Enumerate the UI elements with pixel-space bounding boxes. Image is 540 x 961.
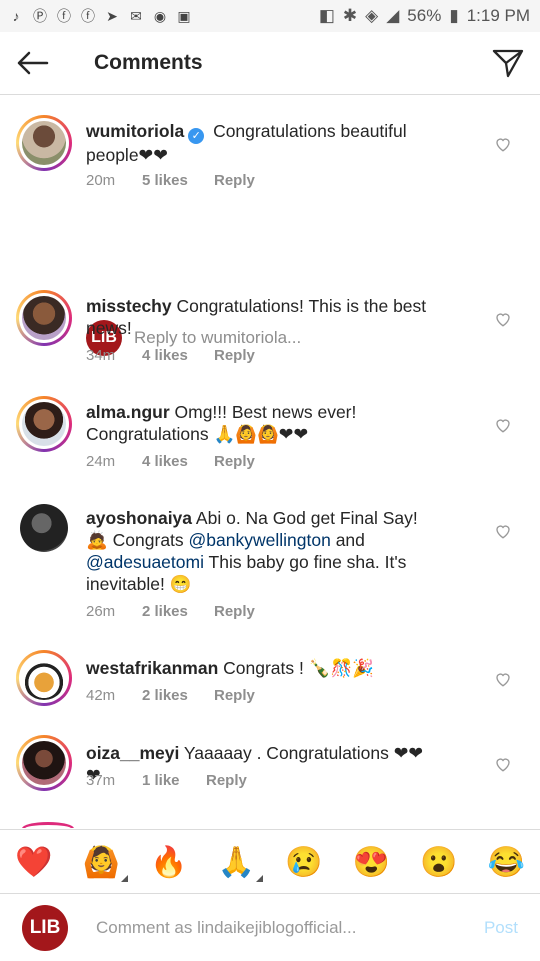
comment-input[interactable] — [94, 916, 458, 939]
arrow-left-icon — [17, 51, 49, 75]
post-button[interactable]: Post — [484, 918, 518, 938]
heart-icon[interactable] — [494, 670, 512, 688]
comment-time: 34m — [86, 347, 116, 364]
status-bar: ♪ Ⓟ ⓕ ⓕ ➤ ✉ ◉ ▣ ◧ ✱ ◈ ◢ 56% ▮ 1:19 PM — [0, 0, 540, 32]
heart-icon[interactable] — [494, 522, 512, 540]
reaction-surprised[interactable]: 😮 — [420, 845, 457, 880]
image-icon: ▣ — [177, 7, 191, 24]
comment-time: 20m — [86, 172, 116, 189]
reaction-pray[interactable]: 🙏 — [218, 845, 264, 882]
mention-link[interactable]: @adesuaetomi — [86, 552, 204, 572]
comment-meta: 20m 5 likes Reply — [86, 172, 255, 189]
comment-text: westafrikanman Congrats ! 🍾🎊🎉 — [86, 657, 436, 679]
likes-count[interactable]: 1 like — [142, 772, 206, 789]
heart-icon[interactable] — [494, 755, 512, 773]
reaction-heart-eyes[interactable]: 😍 — [353, 845, 390, 880]
comment-time: 37m — [86, 772, 116, 789]
reaction-laughing[interactable]: 😂 — [488, 845, 525, 880]
avatar[interactable] — [16, 290, 72, 346]
username[interactable]: oiza__meyi — [86, 743, 179, 763]
comment-text: alma.ngur Omg!!! Best news ever! Congrat… — [86, 401, 436, 445]
page-title: Comments — [94, 51, 203, 74]
facebook-icon: ⓕ — [81, 8, 95, 24]
battery-percent: 56% — [407, 6, 442, 25]
comment-meta: 26m 2 likes Reply — [86, 603, 255, 620]
quick-reactions-bar: ❤️ 🙆 🔥 🙏 😢 😍 😮 😂 — [0, 829, 540, 894]
avatar[interactable] — [16, 650, 72, 706]
comment-meta: 24m 4 likes Reply — [86, 453, 255, 470]
gmail-icon: ✉ — [130, 7, 142, 24]
reply-button[interactable]: Reply — [214, 453, 255, 470]
avatar[interactable] — [16, 115, 72, 171]
heart-icon[interactable] — [494, 416, 512, 434]
reply-button[interactable]: Reply — [214, 603, 255, 620]
comment-body: and — [330, 530, 365, 550]
comment-body: Congrats ! 🍾🎊🎉 — [218, 658, 375, 678]
messenger-icon: ◉ — [153, 7, 167, 24]
likes-count[interactable]: 2 likes — [142, 603, 214, 620]
send-icon — [492, 49, 524, 78]
nfc-icon: ◧ — [318, 6, 335, 25]
reply-button[interactable]: Reply — [214, 347, 255, 364]
pinterest-icon: Ⓟ — [33, 8, 47, 24]
comments-list[interactable]: wumitoriola ✓ Congratulations beautiful p… — [0, 95, 540, 828]
reaction-raised-hands[interactable]: 🙆 — [83, 845, 129, 882]
mention-link[interactable]: @bankywellington — [189, 530, 331, 550]
comment-time: 42m — [86, 687, 116, 704]
heart-icon[interactable] — [494, 310, 512, 328]
comment-text: wumitoriola ✓ Congratulations beautiful p… — [86, 120, 436, 166]
username[interactable]: westafrikanman — [86, 658, 218, 678]
comment-text: misstechy Congratulations! This is the b… — [86, 295, 436, 339]
username[interactable]: ayoshonaiya — [86, 508, 192, 528]
comment-text: ayoshonaiya Abi o. Na God get Final Say!… — [86, 507, 436, 595]
username[interactable]: wumitoriola — [86, 121, 184, 141]
signal-icon: ◢ — [386, 6, 400, 25]
music-icon: ♪ — [12, 8, 20, 24]
comment-time: 24m — [86, 453, 116, 470]
reaction-crying[interactable]: 😢 — [285, 845, 322, 880]
back-button[interactable] — [12, 43, 52, 83]
battery-icon: ▮ — [449, 6, 459, 25]
bluetooth-icon: ✱ — [342, 6, 358, 25]
reply-button[interactable]: Reply — [206, 772, 247, 789]
comment-item-partial — [22, 822, 74, 828]
facebook-icon: ⓕ — [57, 8, 71, 24]
comment-time: 26m — [86, 603, 116, 620]
comment-meta: 34m 4 likes Reply — [86, 347, 255, 364]
avatar[interactable] — [16, 735, 72, 791]
reply-button[interactable]: Reply — [214, 172, 255, 189]
username[interactable]: misstechy — [86, 296, 172, 316]
likes-count[interactable]: 4 likes — [142, 453, 214, 470]
verified-badge-icon: ✓ — [188, 128, 205, 144]
username[interactable]: alma.ngur — [86, 402, 170, 422]
likes-count[interactable]: 2 likes — [142, 687, 214, 704]
comment-meta: 37m 1 like Reply — [86, 772, 247, 789]
header: Comments — [0, 32, 540, 95]
reply-button[interactable]: Reply — [214, 687, 255, 704]
likes-count[interactable]: 4 likes — [142, 347, 214, 364]
avatar[interactable] — [20, 504, 68, 552]
likes-count[interactable]: 5 likes — [142, 172, 214, 189]
lib-avatar: LIB — [22, 904, 68, 951]
wifi-icon: ◈ — [365, 6, 379, 25]
share-button[interactable] — [490, 45, 526, 81]
reaction-fire[interactable]: 🔥 — [150, 845, 187, 880]
comment-composer: LIB Post — [0, 893, 540, 961]
notification-icons: ♪ Ⓟ ⓕ ⓕ ➤ ✉ ◉ ▣ — [0, 7, 192, 25]
avatar[interactable] — [16, 396, 72, 452]
telegram-icon: ➤ — [106, 7, 118, 24]
heart-icon[interactable] — [494, 135, 512, 153]
comment-meta: 42m 2 likes Reply — [86, 687, 255, 704]
clock: 1:19 PM — [466, 6, 530, 25]
reaction-heart[interactable]: ❤️ — [15, 845, 52, 880]
